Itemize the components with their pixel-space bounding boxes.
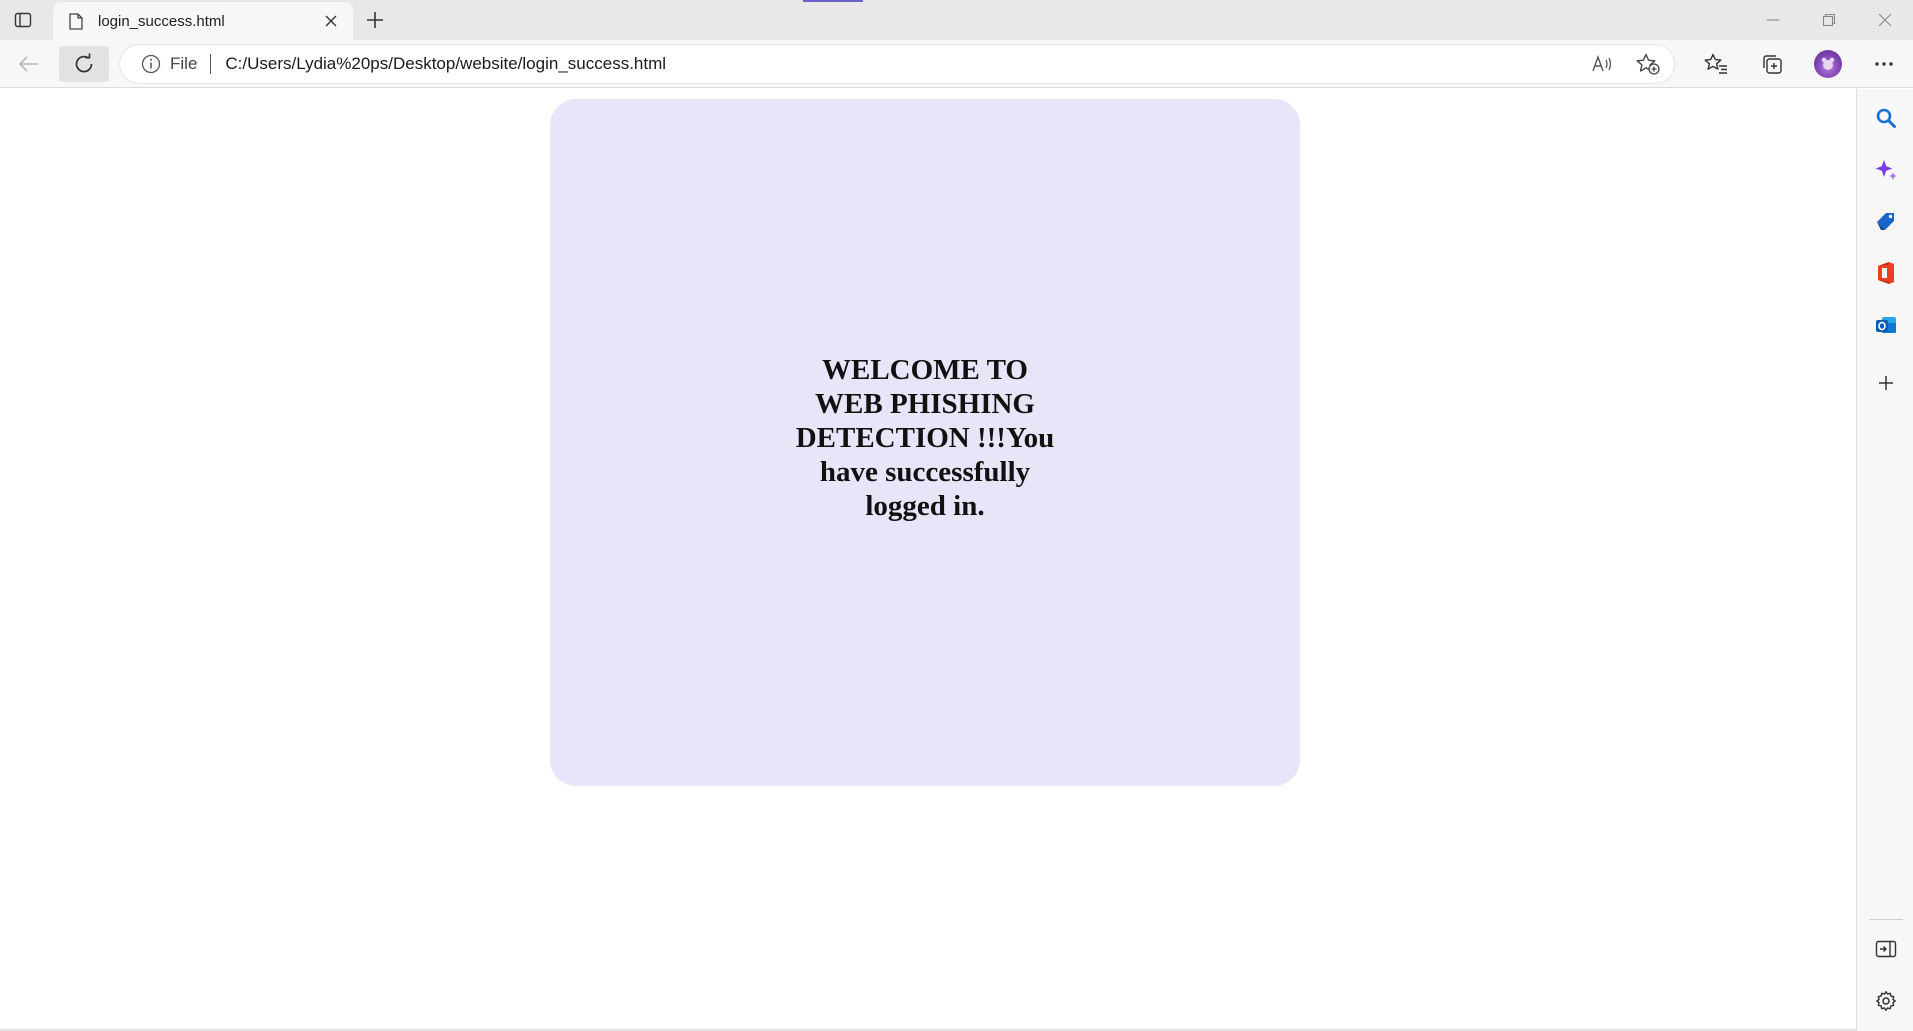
minimize-icon	[1767, 19, 1779, 21]
sidebar-search-button[interactable]	[1857, 96, 1913, 140]
tab-strip: login_success.html	[0, 0, 1913, 40]
copilot-icon	[1875, 160, 1897, 180]
window-controls	[1745, 0, 1913, 40]
page-icon	[68, 12, 84, 30]
search-icon	[1876, 108, 1896, 128]
profile-button[interactable]	[1800, 40, 1856, 88]
plus-icon	[367, 12, 383, 28]
refresh-icon	[75, 53, 93, 73]
tab-accent-bar	[803, 0, 863, 2]
new-tab-button[interactable]	[360, 5, 390, 35]
back-button[interactable]	[4, 46, 54, 82]
avatar	[1814, 50, 1842, 78]
edge-sidebar	[1856, 89, 1913, 1031]
hide-sidebar-icon	[1875, 940, 1896, 958]
sidebar-add-button[interactable]	[1857, 361, 1913, 405]
address-bar[interactable]: File C:/Users/Lydia%20ps/Desktop/website…	[120, 45, 1674, 83]
more-icon	[1875, 62, 1893, 66]
close-window-button[interactable]	[1857, 0, 1913, 40]
shopping-tag-icon	[1876, 213, 1894, 230]
collections-icon	[1763, 55, 1782, 74]
welcome-message: WELCOME TO WEB PHISHING DETECTION !!!You…	[795, 353, 1055, 522]
add-icon	[1878, 376, 1893, 390]
favorites-icon	[1704, 53, 1727, 74]
settings-icon	[1875, 991, 1896, 1011]
collections-button[interactable]	[1744, 40, 1800, 88]
address-actions	[1588, 45, 1662, 83]
tab-actions-icon	[14, 12, 32, 28]
restore-icon	[1822, 13, 1836, 27]
sidebar-shopping-button[interactable]	[1857, 199, 1913, 243]
close-icon	[325, 15, 337, 27]
outlook-icon	[1875, 317, 1896, 333]
refresh-button[interactable]	[59, 46, 109, 82]
close-icon	[1878, 13, 1892, 27]
tab-title: login_success.html	[98, 12, 225, 30]
sidebar-hide-button[interactable]	[1857, 927, 1913, 971]
office-icon	[1877, 262, 1894, 284]
page-viewport: WELCOME TO WEB PHISHING DETECTION !!!You…	[0, 89, 1856, 1031]
address-separator	[210, 54, 212, 74]
favorites-button[interactable]	[1688, 40, 1744, 88]
restore-button[interactable]	[1801, 0, 1857, 40]
success-card: WELCOME TO WEB PHISHING DETECTION !!!You…	[550, 99, 1300, 786]
add-favorite-icon[interactable]	[1634, 50, 1662, 78]
sidebar-outlook-button[interactable]	[1857, 303, 1913, 347]
browser-toolbar: File C:/Users/Lydia%20ps/Desktop/website…	[0, 40, 1913, 88]
tab-actions-button[interactable]	[8, 5, 38, 35]
sidebar-office-button[interactable]	[1857, 251, 1913, 295]
close-tab-button[interactable]	[319, 9, 343, 33]
minimize-button[interactable]	[1745, 0, 1801, 40]
toolbar-right	[1688, 40, 1912, 88]
sidebar-settings-button[interactable]	[1857, 979, 1913, 1023]
sidebar-copilot-button[interactable]	[1857, 148, 1913, 192]
arrow-left-icon	[18, 56, 38, 72]
read-aloud-icon[interactable]	[1588, 50, 1616, 78]
info-icon[interactable]	[140, 53, 162, 75]
address-scheme-label: File	[170, 54, 198, 73]
address-url[interactable]: C:/Users/Lydia%20ps/Desktop/website/logi…	[225, 54, 666, 74]
tab-active[interactable]: login_success.html	[53, 2, 353, 40]
sidebar-divider	[1869, 919, 1903, 920]
more-options-button[interactable]	[1856, 40, 1912, 88]
